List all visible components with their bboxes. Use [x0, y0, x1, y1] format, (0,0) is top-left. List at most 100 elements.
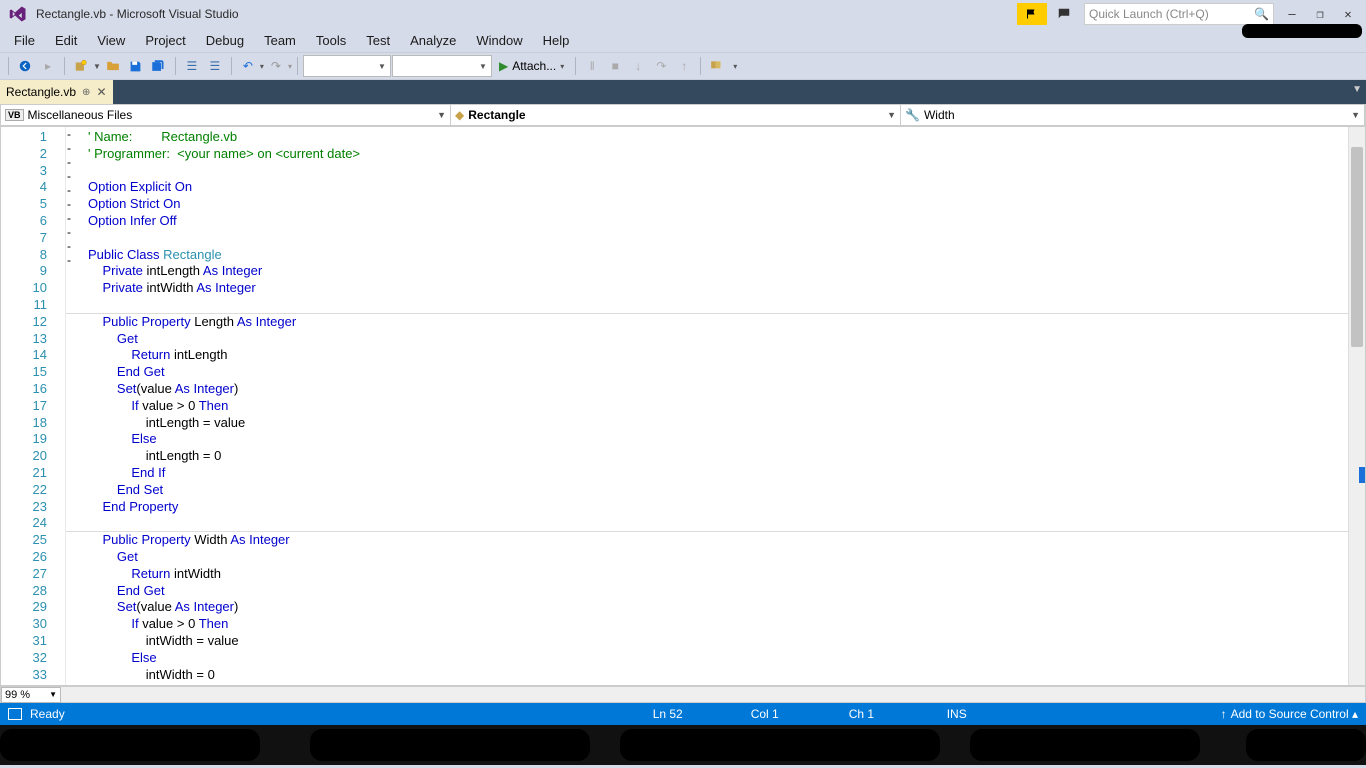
code-line[interactable]: Option Strict On: [88, 196, 1348, 213]
code-line[interactable]: [88, 163, 1348, 180]
menu-team[interactable]: Team: [254, 30, 306, 51]
code-line[interactable]: End If: [88, 465, 1348, 482]
code-line[interactable]: [88, 515, 1348, 532]
attach-button[interactable]: ▶ Attach... ▾: [493, 55, 570, 77]
code-line[interactable]: If value > 0 Then: [88, 398, 1348, 415]
status-output-icon[interactable]: [8, 708, 22, 720]
menu-view[interactable]: View: [87, 30, 135, 51]
vb-project-icon: VB: [5, 109, 24, 121]
nav-fwd-button[interactable]: ▸: [37, 55, 59, 77]
code-line[interactable]: End Set: [88, 482, 1348, 499]
code-line[interactable]: Else: [88, 431, 1348, 448]
fold-toggle-icon[interactable]: -: [67, 127, 85, 141]
menu-help[interactable]: Help: [533, 30, 580, 51]
tab-overflow-icon[interactable]: ▼: [1352, 84, 1362, 95]
upload-icon: ↑: [1221, 707, 1227, 721]
code-text-area[interactable]: ' Name: Rectangle.vb' Programmer: <your …: [66, 127, 1348, 685]
undo-button[interactable]: ↶: [237, 55, 259, 77]
code-line[interactable]: If value > 0 Then: [88, 616, 1348, 633]
menu-debug[interactable]: Debug: [196, 30, 254, 51]
find-in-files-button[interactable]: [706, 55, 728, 77]
code-line[interactable]: Return intWidth: [88, 566, 1348, 583]
code-line[interactable]: Option Infer Off: [88, 213, 1348, 230]
code-line[interactable]: Public Property Width As Integer: [88, 532, 1348, 549]
wrench-icon: 🔧: [905, 108, 920, 122]
source-control-button[interactable]: Add to Source Control ▴: [1231, 707, 1358, 721]
save-button[interactable]: [125, 55, 147, 77]
code-line[interactable]: Option Explicit On: [88, 179, 1348, 196]
solution-platform-combo[interactable]: ▼: [392, 55, 492, 77]
code-line[interactable]: Get: [88, 549, 1348, 566]
tab-filename: Rectangle.vb: [6, 85, 76, 99]
vertical-scrollbar[interactable]: [1348, 127, 1365, 685]
redo-button[interactable]: ↷: [265, 55, 287, 77]
code-line[interactable]: intLength = 0: [88, 448, 1348, 465]
step-out-icon: ↑: [673, 55, 695, 77]
maximize-button[interactable]: ❐: [1306, 3, 1334, 25]
code-line[interactable]: Set(value As Integer): [88, 381, 1348, 398]
fold-toggle-icon[interactable]: -: [67, 225, 85, 239]
code-line[interactable]: Public Class Rectangle: [88, 247, 1348, 264]
close-button[interactable]: ✕: [1334, 3, 1362, 25]
scrollbar-thumb[interactable]: [1351, 147, 1363, 347]
zoom-combo[interactable]: 99 % ▼: [1, 687, 61, 703]
menu-tools[interactable]: Tools: [306, 30, 356, 51]
dropdown-arrow-icon[interactable]: ▼: [93, 62, 101, 71]
code-line[interactable]: End Property: [88, 499, 1348, 516]
feedback-icon[interactable]: [1049, 3, 1079, 25]
dropdown-arrow-icon[interactable]: ▾: [260, 62, 264, 71]
line-number: 2: [1, 146, 65, 163]
save-all-button[interactable]: [148, 55, 170, 77]
code-line[interactable]: ' Name: Rectangle.vb: [88, 129, 1348, 146]
code-line[interactable]: intLength = value: [88, 415, 1348, 432]
toolbar-overflow-icon[interactable]: ▾: [729, 62, 741, 71]
nav-scope-combo[interactable]: VB Miscellaneous Files ▼: [1, 105, 451, 125]
code-line[interactable]: intWidth = 0: [88, 667, 1348, 684]
fold-toggle-icon[interactable]: -: [67, 197, 85, 211]
document-tab[interactable]: Rectangle.vb ⊕ ✕: [0, 80, 113, 104]
menu-project[interactable]: Project: [135, 30, 195, 51]
code-editor[interactable]: ≡ 12345678910111213141516171819202122232…: [0, 126, 1366, 686]
line-number-gutter: 1234567891011121314151617181920212223242…: [1, 127, 66, 685]
indent-left-button[interactable]: ☰: [181, 55, 203, 77]
code-line[interactable]: Public Property Length As Integer: [88, 314, 1348, 331]
menu-analyze[interactable]: Analyze: [400, 30, 466, 51]
code-line[interactable]: intWidth = value: [88, 633, 1348, 650]
nav-class-combo[interactable]: ◆ Rectangle ▼: [451, 105, 901, 125]
quick-launch-input[interactable]: Quick Launch (Ctrl+Q) 🔍: [1084, 3, 1274, 25]
close-tab-icon[interactable]: ✕: [96, 85, 106, 99]
fold-toggle-icon[interactable]: -: [67, 239, 85, 253]
menu-window[interactable]: Window: [466, 30, 532, 51]
minimize-button[interactable]: —: [1278, 3, 1306, 25]
fold-toggle-icon[interactable]: -: [67, 169, 85, 183]
open-file-button[interactable]: [102, 55, 124, 77]
code-line[interactable]: ' Programmer: <your name> on <current da…: [88, 146, 1348, 163]
windows-taskbar: [0, 725, 1366, 765]
solution-config-combo[interactable]: ▼: [303, 55, 391, 77]
fold-toggle-icon[interactable]: -: [67, 183, 85, 197]
indent-right-button[interactable]: ☰: [204, 55, 226, 77]
line-number: 10: [1, 280, 65, 297]
code-line[interactable]: [88, 297, 1348, 314]
menu-test[interactable]: Test: [356, 30, 400, 51]
code-line[interactable]: [88, 230, 1348, 247]
nav-member-combo[interactable]: 🔧 Width ▼: [901, 105, 1365, 125]
menu-file[interactable]: File: [4, 30, 45, 51]
code-line[interactable]: Private intLength As Integer: [88, 263, 1348, 280]
pin-icon[interactable]: ⊕: [82, 87, 90, 98]
code-line[interactable]: Else: [88, 650, 1348, 667]
code-line[interactable]: Return intLength: [88, 347, 1348, 364]
menu-edit[interactable]: Edit: [45, 30, 87, 51]
fold-toggle-icon[interactable]: -: [67, 211, 85, 225]
code-line[interactable]: Get: [88, 331, 1348, 348]
fold-toggle-icon[interactable]: -: [67, 155, 85, 169]
code-line[interactable]: Private intWidth As Integer: [88, 280, 1348, 297]
new-project-button[interactable]: [70, 55, 92, 77]
code-line[interactable]: End Get: [88, 364, 1348, 381]
nav-back-button[interactable]: [14, 55, 36, 77]
notifications-flag-icon[interactable]: [1017, 3, 1047, 25]
code-line[interactable]: End Get: [88, 583, 1348, 600]
code-line[interactable]: Set(value As Integer): [88, 599, 1348, 616]
fold-toggle-icon[interactable]: -: [67, 253, 85, 267]
fold-toggle-icon[interactable]: -: [67, 141, 85, 155]
